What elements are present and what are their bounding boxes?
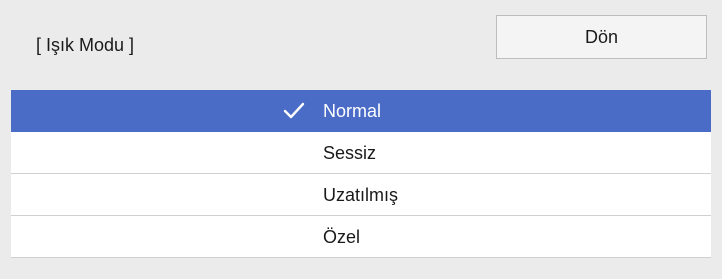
list-item-ozel[interactable]: Özel <box>11 216 711 258</box>
check-icon <box>283 102 305 119</box>
list-item-normal[interactable]: Normal <box>11 90 711 132</box>
footer-area <box>0 258 722 279</box>
list-item-label: Sessiz <box>323 143 377 163</box>
list-item-sessiz[interactable]: Sessiz <box>11 132 711 174</box>
list-item-label: Özel <box>323 227 361 247</box>
back-button[interactable]: Dön <box>496 15 707 59</box>
dialog-header: [ Işık Modu ] Dön <box>0 0 722 90</box>
list-item-label: Uzatılmış <box>323 185 399 205</box>
page-title: [ Işık Modu ] <box>36 35 135 55</box>
list-item-label: Normal <box>323 101 382 121</box>
list-item-uzatilmis[interactable]: Uzatılmış <box>11 174 711 216</box>
light-mode-list: Normal Sessiz Uzatılmış Özel <box>11 90 711 258</box>
